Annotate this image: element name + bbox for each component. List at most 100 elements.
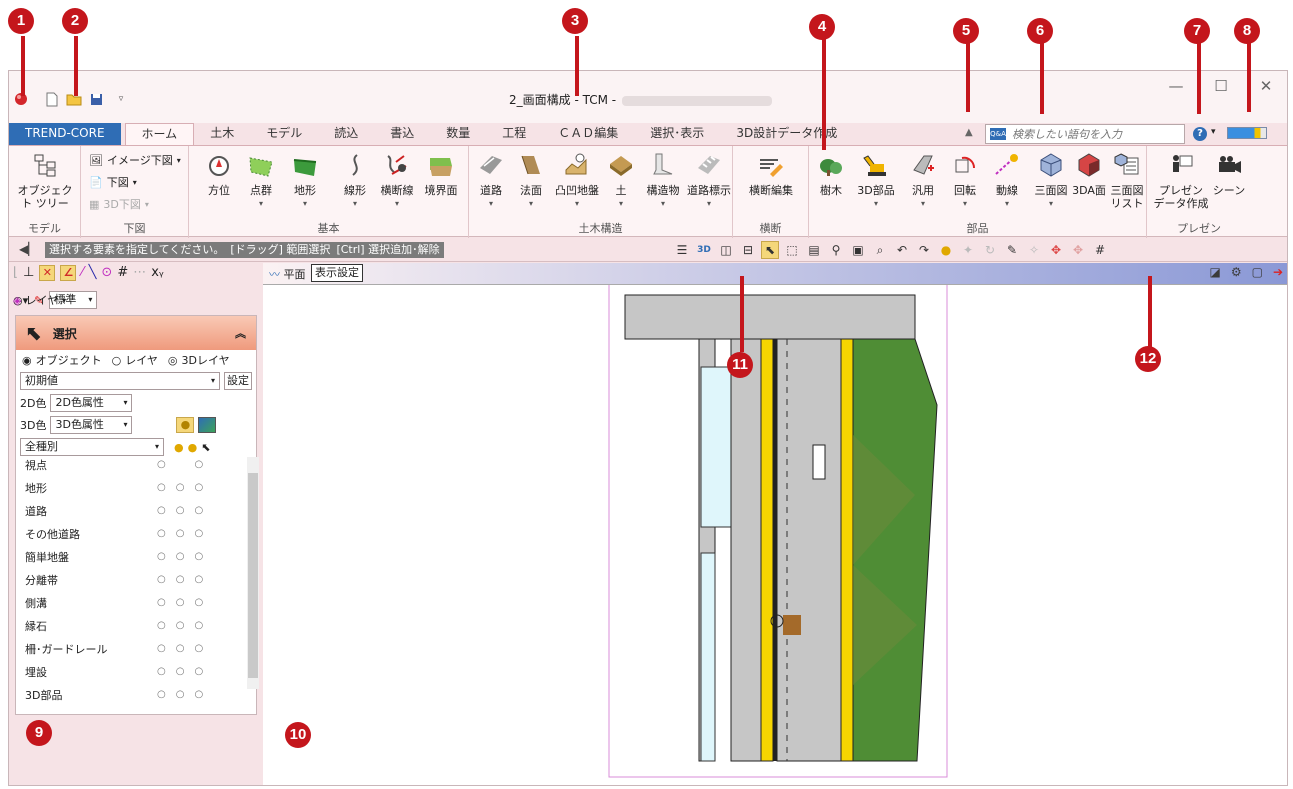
road-sign-button[interactable]: 道路標示 ▾: [685, 150, 733, 210]
tab-schedule[interactable]: 工程: [486, 123, 542, 145]
copy-move-icon[interactable]: ✥: [1069, 241, 1087, 259]
offset-icon[interactable]: ⋯: [133, 265, 146, 281]
view-fit-icon[interactable]: ◪: [1209, 265, 1220, 279]
view-window-icon[interactable]: ▢: [1252, 265, 1263, 279]
list-item[interactable]: 分離帯 ○ ○ ○: [13, 568, 245, 591]
settings-button[interactable]: 設定: [224, 372, 252, 390]
new-file-icon[interactable]: [43, 89, 61, 109]
list-item[interactable]: その他道路 ○ ○ ○: [13, 522, 245, 545]
corner-snap-icon[interactable]: ⌊: [13, 265, 18, 281]
tab-model[interactable]: モデル: [250, 123, 318, 145]
license-indicator[interactable]: [1227, 127, 1267, 139]
presentation-create-button[interactable]: プレゼン データ作成: [1153, 150, 1209, 210]
radio-3d-layer[interactable]: ◎: [168, 354, 178, 367]
property-icon[interactable]: ▤: [805, 241, 823, 259]
window-select-icon[interactable]: ⬚: [783, 241, 801, 259]
view-3d-icon[interactable]: 3D: [695, 241, 713, 259]
perpendicular-icon[interactable]: ⊥: [23, 265, 34, 281]
grid-snap-icon[interactable]: #: [117, 265, 128, 281]
road-button[interactable]: 道路 ▾: [471, 150, 511, 210]
list-item[interactable]: 地形 ○ ○ ○: [13, 476, 245, 499]
grid-icon[interactable]: #: [1091, 241, 1109, 259]
bulb-3d-icon[interactable]: ●: [188, 441, 198, 454]
redo-icon[interactable]: ↷: [915, 241, 933, 259]
uneven-ground-button[interactable]: 凸凹地盤 ▾: [553, 150, 601, 210]
preset-select[interactable]: 初期値 ▾: [20, 372, 220, 390]
list-item[interactable]: 側溝 ○ ○ ○: [13, 591, 245, 614]
soil-button[interactable]: 土 ▾: [603, 150, 639, 210]
list-item[interactable]: 柵･ガードレール ○ ○ ○: [13, 637, 245, 660]
scroll-thumb[interactable]: [248, 473, 258, 678]
color-3d-select[interactable]: 3D色属性 ▾: [50, 416, 133, 434]
color-2d-select[interactable]: 2D色属性 ▾: [50, 394, 133, 412]
structure-button[interactable]: 構造物 ▾: [641, 150, 685, 210]
save-icon[interactable]: [87, 89, 105, 109]
split-horizontal-icon[interactable]: ⊟: [739, 241, 757, 259]
underlay-3d-button[interactable]: ▦ 3D下図 ▾: [89, 196, 149, 212]
three-view-list-button[interactable]: 三面図 リスト: [1107, 150, 1147, 210]
search-box[interactable]: Q&A: [985, 124, 1185, 144]
tab-3d-design[interactable]: 3D設計データ作成: [720, 123, 853, 145]
list-item[interactable]: 道路 ○ ○ ○: [13, 499, 245, 522]
list-item[interactable]: 簡単地盤 ○ ○ ○: [13, 545, 245, 568]
image-underlay-button[interactable]: 🖼 イメージ下図 ▾: [89, 152, 181, 168]
list-scrollbar[interactable]: [247, 457, 259, 689]
layer-button[interactable]: ◈ レイヤ ▾: [13, 292, 66, 308]
tab-export[interactable]: 書込: [374, 123, 430, 145]
refresh-icon[interactable]: ↻: [981, 241, 999, 259]
light-toggle-icon[interactable]: ●: [176, 417, 195, 433]
radio-layer[interactable]: ○: [112, 354, 122, 367]
tab-import[interactable]: 読込: [318, 123, 374, 145]
maximize-button[interactable]: ☐: [1206, 77, 1236, 99]
list-view-icon[interactable]: ☰: [673, 241, 691, 259]
light-bulb-icon[interactable]: ●: [937, 241, 955, 259]
collapse-chevron-icon[interactable]: ︽: [235, 325, 246, 341]
select-panel-header[interactable]: ⬉ 選択 ︽: [16, 316, 256, 350]
tangent-snap-icon[interactable]: ∠: [60, 265, 77, 281]
line-snap-icon[interactable]: ⁄: [81, 265, 83, 281]
undo-icon[interactable]: ↶: [893, 241, 911, 259]
points-button[interactable]: 点群 ▾: [241, 150, 281, 210]
object-tree-button[interactable]: オブジェクト ツリー: [15, 150, 75, 210]
add-light-icon[interactable]: ✦: [959, 241, 977, 259]
plan-view-tab[interactable]: 〰 平面: [269, 266, 306, 282]
select-pointer-icon[interactable]: ⬉: [761, 241, 779, 259]
paint-icon[interactable]: ✎: [1003, 241, 1021, 259]
general-button[interactable]: 汎用 ▾: [903, 150, 943, 210]
center-snap-icon[interactable]: ⊙: [101, 265, 112, 281]
cross-edit-button[interactable]: 横断編集: [739, 150, 803, 197]
underlay-button[interactable]: 📄 下図 ▾: [89, 174, 137, 190]
customize-icon[interactable]: ▿: [115, 89, 127, 109]
list-item[interactable]: 視点○○○: [13, 453, 245, 476]
terrain-button[interactable]: 地形 ▾: [285, 150, 325, 210]
tab-quantity[interactable]: 数量: [430, 123, 486, 145]
view-next-icon[interactable]: ➔: [1273, 265, 1283, 279]
close-button[interactable]: ✕: [1251, 77, 1281, 99]
help-dropdown-icon[interactable]: ▾: [1211, 127, 1216, 137]
move-icon[interactable]: ✥: [1047, 241, 1065, 259]
search-input[interactable]: [1012, 127, 1172, 141]
direction-button[interactable]: 方位: [199, 150, 239, 197]
intersection-snap-icon[interactable]: ✕: [39, 265, 56, 281]
bulb-2d-icon[interactable]: ●: [174, 441, 184, 454]
display-settings-button[interactable]: 表示設定: [311, 264, 363, 282]
boundary-button[interactable]: 境界面: [419, 150, 463, 197]
tab-home[interactable]: ホーム: [124, 123, 195, 145]
panel-toggle-icon[interactable]: ◀▏: [19, 242, 37, 256]
radio-object[interactable]: ◉: [22, 354, 32, 367]
light-tool-icon[interactable]: ✧: [1025, 241, 1043, 259]
slope-button[interactable]: 法面 ▾: [511, 150, 551, 210]
tab-trend-core[interactable]: TREND-CORE: [9, 123, 121, 145]
filter-icon[interactable]: ⚲: [827, 241, 845, 259]
cross-line-button[interactable]: 横断線 ▾: [375, 150, 419, 210]
motion-button[interactable]: 動線 ▾: [987, 150, 1027, 210]
texture-toggle-icon[interactable]: [198, 417, 217, 433]
list-item[interactable]: 3D部品 ○ ○ ○: [13, 683, 245, 706]
display-icon[interactable]: ▣: [849, 241, 867, 259]
select-cursor-icon[interactable]: ⬉: [201, 441, 210, 454]
alignment-button[interactable]: 線形 ▾: [335, 150, 375, 210]
list-item[interactable]: 埋設 ○ ○ ○: [13, 660, 245, 683]
tab-cad-edit[interactable]: ＣＡＤ編集: [542, 123, 634, 145]
edge-snap-icon[interactable]: ╲: [89, 265, 97, 281]
split-vertical-icon[interactable]: ◫: [717, 241, 735, 259]
